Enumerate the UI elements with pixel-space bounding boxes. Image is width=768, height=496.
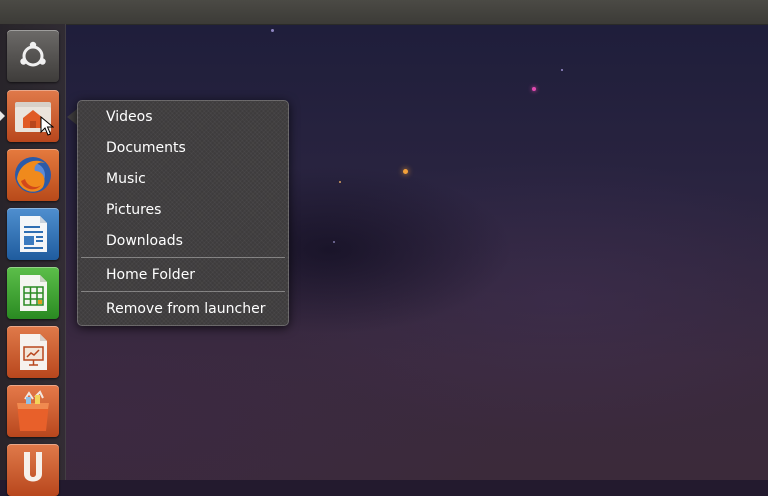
home-folder-quicklist: Videos Documents Music Pictures Download… xyxy=(77,100,289,326)
quicklist-separator xyxy=(81,291,285,292)
writer-document-icon xyxy=(20,216,47,252)
mouse-pointer-icon xyxy=(40,116,54,136)
quicklist-pointer xyxy=(67,109,77,125)
quicklist-item-videos[interactable]: Videos xyxy=(106,105,281,129)
shopping-bag-icon xyxy=(17,390,49,431)
quicklist-item-pictures[interactable]: Pictures xyxy=(106,198,281,222)
quicklist-item-downloads[interactable]: Downloads xyxy=(106,229,281,253)
star xyxy=(561,69,563,71)
launcher-item-ubuntu-one[interactable] xyxy=(7,444,59,496)
star xyxy=(271,29,274,32)
quicklist-item-documents[interactable]: Documents xyxy=(106,136,281,160)
calc-spreadsheet-icon xyxy=(20,275,47,311)
quicklist-separator xyxy=(81,257,285,258)
ubuntu-one-icon xyxy=(24,452,42,482)
star xyxy=(403,169,408,174)
star xyxy=(532,87,536,91)
running-indicator xyxy=(0,111,5,121)
firefox-icon xyxy=(15,157,51,193)
launcher-item-dash[interactable] xyxy=(7,30,59,82)
ubuntu-logo-icon xyxy=(20,41,46,67)
launcher xyxy=(0,24,66,496)
quicklist-item-remove-from-launcher[interactable]: Remove from launcher xyxy=(106,297,281,321)
top-panel xyxy=(0,0,768,25)
launcher-item-writer[interactable] xyxy=(7,208,59,260)
launcher-item-software-center[interactable] xyxy=(7,385,59,437)
quicklist-item-home-folder[interactable]: Home Folder xyxy=(106,263,281,287)
impress-presentation-icon xyxy=(20,334,47,370)
launcher-item-firefox[interactable] xyxy=(7,149,59,201)
star xyxy=(339,181,341,183)
launcher-item-calc[interactable] xyxy=(7,267,59,319)
quicklist-item-music[interactable]: Music xyxy=(106,167,281,191)
launcher-item-impress[interactable] xyxy=(7,326,59,378)
star xyxy=(333,241,335,243)
